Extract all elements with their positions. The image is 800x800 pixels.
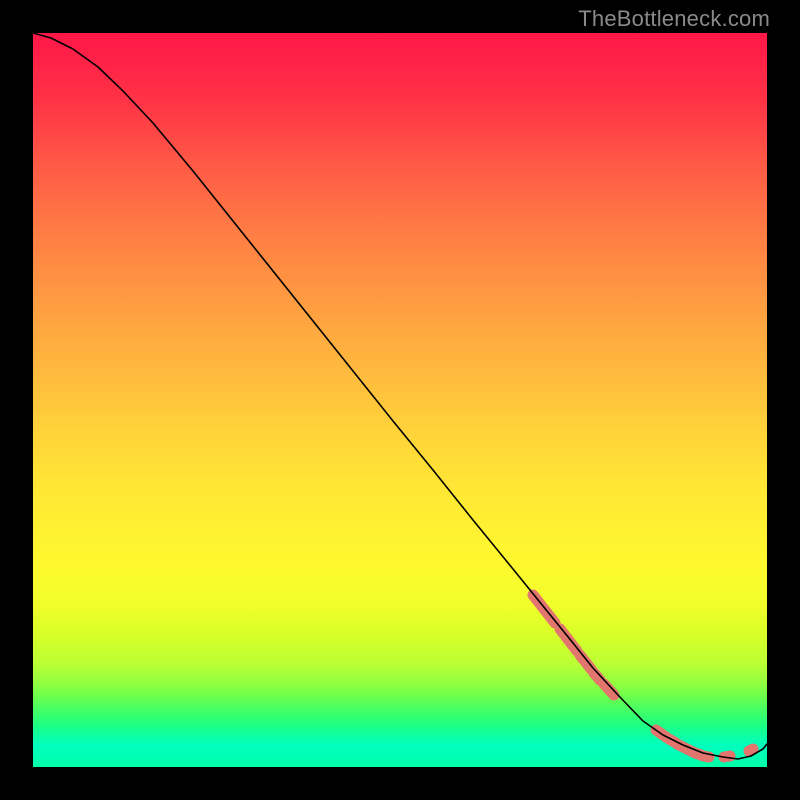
highlight-dashes	[533, 595, 753, 757]
highlight-dash	[533, 595, 555, 623]
attribution-text: TheBottleneck.com	[578, 6, 770, 32]
highlight-dash	[749, 749, 753, 751]
highlight-dash	[703, 756, 709, 757]
curve-line	[33, 33, 767, 759]
chart-root: TheBottleneck.com	[0, 0, 800, 800]
highlight-dash	[580, 655, 591, 669]
chart-overlay	[33, 33, 767, 767]
highlight-dash	[560, 629, 577, 651]
